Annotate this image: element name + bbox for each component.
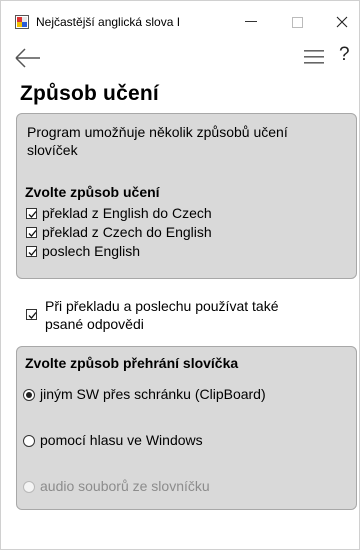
- intro-text-line-1: Program umožňuje několik způsobů učení: [27, 124, 288, 140]
- arrow-left-icon[interactable]: [14, 46, 42, 70]
- window-title: Nejčastější anglická slova I: [36, 15, 181, 29]
- checkbox-listening[interactable]: [26, 246, 37, 257]
- playback-method-panel: Zvolte způsob přehrání slovíčka jiným SW…: [16, 346, 357, 510]
- close-button[interactable]: [327, 8, 357, 36]
- option-en-to-cz-label[interactable]: překlad z English do Czech: [42, 205, 212, 221]
- hamburger-menu-icon[interactable]: [303, 47, 325, 67]
- radio-clipboard[interactable]: [23, 389, 35, 401]
- page-title: Způsob učení: [20, 82, 159, 105]
- maximize-button[interactable]: [282, 8, 312, 36]
- written-answers-label-line-1[interactable]: Při překladu a poslechu používat také: [45, 298, 278, 314]
- checkbox-written-answers[interactable]: [26, 309, 37, 320]
- help-button[interactable]: ?: [339, 44, 350, 66]
- app-icon: [15, 15, 29, 29]
- intro-text-line-2: slovíček: [27, 142, 78, 158]
- option-clipboard-label[interactable]: jiným SW přes schránku (ClipBoard): [40, 386, 266, 402]
- title-bar: Nejčastější anglická slova I: [0, 0, 360, 40]
- written-answers-label-line-2[interactable]: psané odpovědi: [45, 316, 144, 332]
- option-listening-label[interactable]: poslech English: [42, 243, 140, 259]
- learning-method-heading: Zvolte způsob učení: [25, 184, 160, 200]
- checkbox-cz-to-en[interactable]: [26, 227, 37, 238]
- checkbox-en-to-cz[interactable]: [26, 208, 37, 219]
- radio-audio-files: [23, 481, 35, 493]
- playback-method-heading: Zvolte způsob přehrání slovíčka: [25, 355, 239, 371]
- toolbar: ?: [0, 40, 360, 76]
- option-cz-to-en-label[interactable]: překlad z Czech do English: [42, 224, 212, 240]
- minimize-button[interactable]: [236, 8, 266, 36]
- option-audio-files-label: audio souborů ze slovníčku: [40, 478, 210, 494]
- option-windows-voice-label[interactable]: pomocí hlasu ve Windows: [40, 432, 203, 448]
- radio-windows-voice[interactable]: [23, 435, 35, 447]
- learning-method-panel: Program umožňuje několik způsobů učení s…: [16, 113, 357, 279]
